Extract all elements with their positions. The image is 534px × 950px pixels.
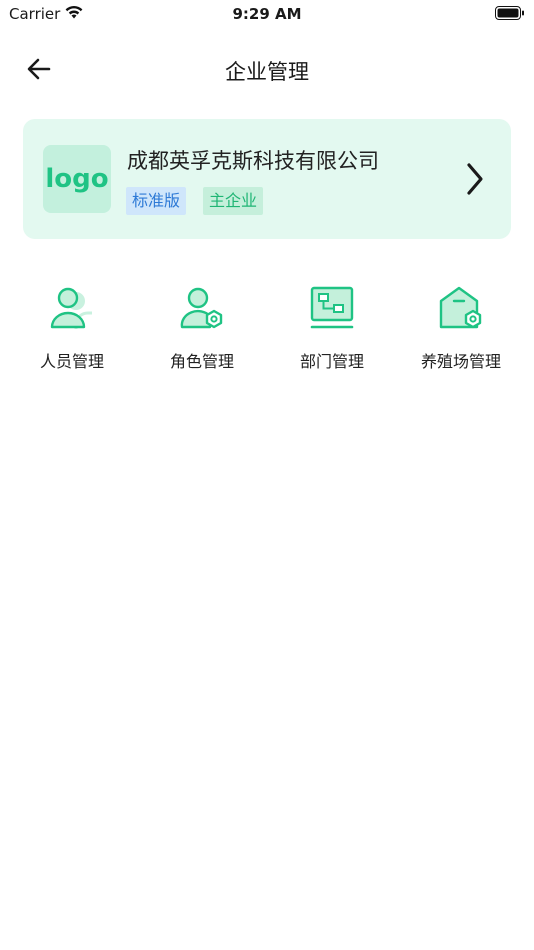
company-tags: 标准版 主企业 (126, 187, 264, 215)
menu-label-personnel: 人员管理 (39, 352, 104, 371)
role-icon (180, 287, 223, 329)
status-bar: Carrier 9:29 AM (0, 0, 534, 30)
nav-bar: 企业管理 (0, 44, 534, 94)
menu-label-department: 部门管理 (299, 352, 364, 371)
company-name: 成都英孚克斯科技有限公司 (127, 149, 379, 173)
clock: 9:29 AM (232, 5, 302, 23)
menu-item-role[interactable]: 角色管理 (137, 280, 267, 380)
chevron-right-icon (467, 163, 483, 195)
company-logo: logo (43, 145, 111, 213)
page-title: 企业管理 (225, 60, 309, 84)
main-company-badge: 主企业 (203, 187, 264, 215)
edition-badge: 标准版 (126, 187, 187, 215)
company-card[interactable]: logo 成都英孚克斯科技有限公司 标准版 主企业 (23, 119, 511, 239)
management-menu: 人员管理 角色管理 部门管理 养殖场管理 (0, 280, 534, 380)
menu-item-farm[interactable]: 养殖场管理 (396, 280, 526, 380)
person-icon (50, 287, 92, 329)
department-icon (310, 286, 354, 329)
menu-item-personnel[interactable]: 人员管理 (7, 280, 137, 380)
logo-text: logo (45, 164, 109, 194)
battery-icon (495, 6, 524, 20)
menu-label-farm: 养殖场管理 (420, 352, 501, 371)
menu-label-role: 角色管理 (169, 352, 234, 371)
farm-icon (439, 286, 482, 329)
menu-item-department[interactable]: 部门管理 (267, 280, 397, 380)
